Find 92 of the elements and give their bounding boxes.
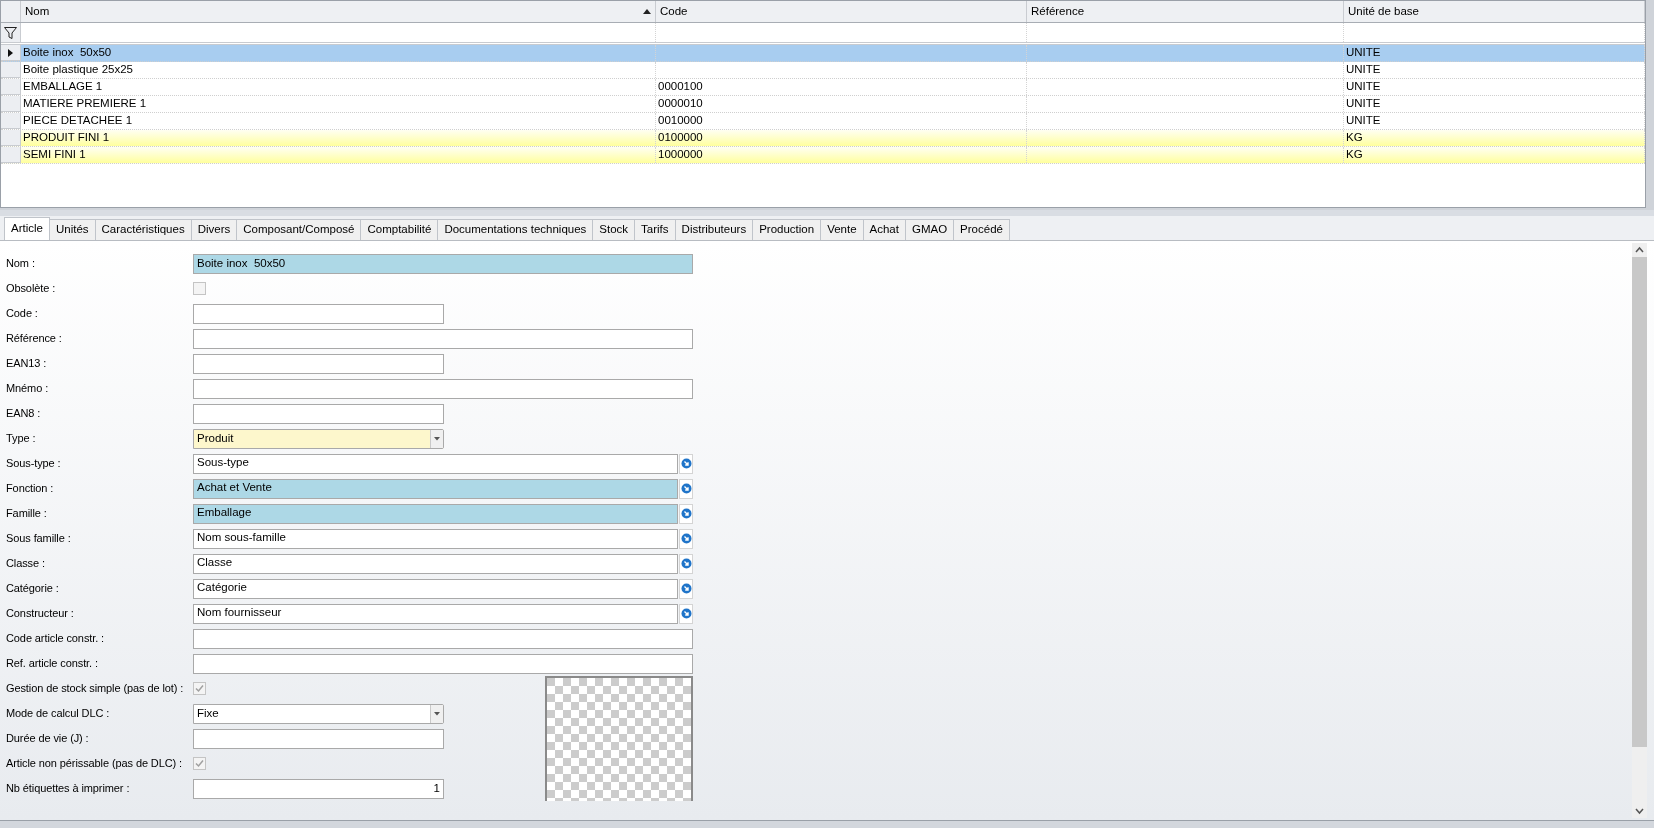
text-field[interactable] bbox=[193, 353, 444, 374]
table-row[interactable]: Boite inox 50x50 UNITE bbox=[1, 45, 1645, 62]
field-label: EAN13 : bbox=[6, 356, 47, 369]
text-field[interactable] bbox=[193, 378, 693, 399]
checkbox[interactable] bbox=[193, 757, 206, 770]
table-cell-text: UNITE bbox=[1346, 62, 1381, 78]
table-row[interactable]: MATIERE PREMIERE 1 0000010 UNITE bbox=[1, 96, 1645, 113]
arrow-circle-icon[interactable] bbox=[680, 608, 692, 619]
filter-icon[interactable] bbox=[4, 26, 17, 39]
table-cell-text: 0000100 bbox=[658, 79, 703, 95]
text-field[interactable]: Boite inox 50x50 bbox=[193, 253, 693, 274]
field-label: Référence : bbox=[6, 331, 62, 344]
tab[interactable]: Article bbox=[4, 217, 50, 240]
text-field[interactable] bbox=[193, 653, 693, 674]
field-label: Famille : bbox=[6, 506, 47, 519]
field-label: Sous famille : bbox=[6, 531, 71, 544]
lookup-field[interactable]: Nom sous-famille bbox=[193, 528, 678, 549]
column-header[interactable]: Code bbox=[656, 1, 1027, 22]
table-cell-text: 0100000 bbox=[658, 130, 703, 146]
lookup-field[interactable]: Emballage bbox=[193, 503, 678, 524]
table-row[interactable]: PIECE DETACHEE 1 0010000 UNITE bbox=[1, 113, 1645, 130]
table-cell-text: PRODUIT FINI 1 bbox=[23, 130, 110, 146]
text-field[interactable] bbox=[193, 403, 444, 424]
sort-ascending-icon bbox=[643, 9, 651, 14]
field-label: Durée de vie (J) : bbox=[6, 731, 89, 744]
lookup-field[interactable]: Achat et Vente bbox=[193, 478, 678, 499]
arrow-circle-icon[interactable] bbox=[680, 533, 692, 544]
field-label: Sous-type : bbox=[6, 456, 61, 469]
table-row[interactable]: PRODUIT FINI 1 0100000 KG bbox=[1, 130, 1645, 147]
table-cell-text: Boite plastique 25x25 bbox=[23, 62, 133, 78]
field-label: Mode de calcul DLC : bbox=[6, 706, 110, 719]
arrow-circle-icon[interactable] bbox=[680, 508, 692, 519]
table-row[interactable]: EMBALLAGE 1 0000100 UNITE bbox=[1, 79, 1645, 96]
field-label: Type : bbox=[6, 431, 36, 444]
checkmark-icon bbox=[195, 684, 204, 693]
table-cell-text: 0000010 bbox=[658, 96, 703, 112]
table-cell-text: Boite inox 50x50 bbox=[23, 45, 112, 61]
field-label: Fonction : bbox=[6, 481, 54, 494]
arrow-circle-icon[interactable] bbox=[680, 558, 692, 569]
checkmark-icon bbox=[195, 759, 204, 768]
row-header[interactable] bbox=[1, 45, 21, 61]
text-field[interactable] bbox=[193, 728, 444, 749]
table-cell-text: 1000000 bbox=[658, 147, 703, 163]
column-header[interactable]: Référence bbox=[1027, 1, 1344, 22]
field-label: Nom : bbox=[6, 256, 35, 269]
current-row-icon bbox=[8, 48, 13, 57]
column-header[interactable]: Nom bbox=[21, 1, 656, 22]
field-label: Code : bbox=[6, 306, 38, 319]
text-field[interactable] bbox=[193, 628, 693, 649]
arrow-circle-icon[interactable] bbox=[680, 483, 692, 494]
vertical-scrollbar[interactable] bbox=[1632, 243, 1647, 818]
table-cell-text: SEMI FINI 1 bbox=[23, 147, 86, 163]
field-label: Ref. article constr. : bbox=[6, 656, 98, 669]
text-field[interactable]: 1 bbox=[193, 778, 444, 799]
lookup-field[interactable]: Sous-type bbox=[193, 453, 678, 474]
field-label: Classe : bbox=[6, 556, 45, 569]
field-label: Catégorie : bbox=[6, 581, 59, 594]
field-label: Nb étiquettes à imprimer : bbox=[6, 781, 130, 794]
caret-icon bbox=[434, 711, 440, 716]
table-row[interactable]: SEMI FINI 1 1000000 KG bbox=[1, 147, 1645, 164]
table-cell-text: MATIERE PREMIERE 1 bbox=[23, 96, 147, 112]
tab[interactable]: Procédé bbox=[953, 219, 1010, 240]
table-cell-text: UNITE bbox=[1346, 113, 1381, 129]
lookup-field[interactable]: Catégorie bbox=[193, 578, 678, 599]
lookup-field[interactable]: Nom fournisseur bbox=[193, 603, 678, 624]
field-label: EAN8 : bbox=[6, 406, 41, 419]
arrow-circle-icon[interactable] bbox=[680, 458, 692, 469]
table-row[interactable]: Boite plastique 25x25 UNITE bbox=[1, 62, 1645, 79]
column-header[interactable]: Unité de base bbox=[1344, 1, 1645, 22]
table-cell-text: UNITE bbox=[1346, 96, 1381, 112]
table-cell-text: 0010000 bbox=[658, 113, 703, 129]
field-label: Gestion de stock simple (pas de lot) : bbox=[6, 681, 184, 694]
lookup-field[interactable]: Classe bbox=[193, 553, 678, 574]
text-field[interactable] bbox=[193, 303, 444, 324]
field-label: Obsolète : bbox=[6, 281, 56, 294]
table-cell-text: KG bbox=[1346, 130, 1363, 146]
table-cell-text: UNITE bbox=[1346, 45, 1381, 61]
dropdown-field[interactable]: Produit bbox=[193, 428, 444, 449]
table-cell-text: KG bbox=[1346, 147, 1363, 163]
dropdown-field[interactable]: Fixe bbox=[193, 703, 444, 724]
text-field[interactable] bbox=[193, 328, 693, 349]
table-cell-text: EMBALLAGE 1 bbox=[23, 79, 103, 95]
checkbox[interactable] bbox=[193, 282, 206, 295]
table-cell-text: UNITE bbox=[1346, 79, 1381, 95]
table-cell-text: PIECE DETACHEE 1 bbox=[23, 113, 133, 129]
field-label: Constructeur : bbox=[6, 606, 74, 619]
field-label: Code article constr. : bbox=[6, 631, 105, 644]
checkbox[interactable] bbox=[193, 682, 206, 695]
arrow-circle-icon[interactable] bbox=[680, 583, 692, 594]
field-label: Mnémo : bbox=[6, 381, 49, 394]
caret-icon bbox=[434, 436, 440, 441]
field-label: Article non périssable (pas de DLC) : bbox=[6, 756, 183, 769]
